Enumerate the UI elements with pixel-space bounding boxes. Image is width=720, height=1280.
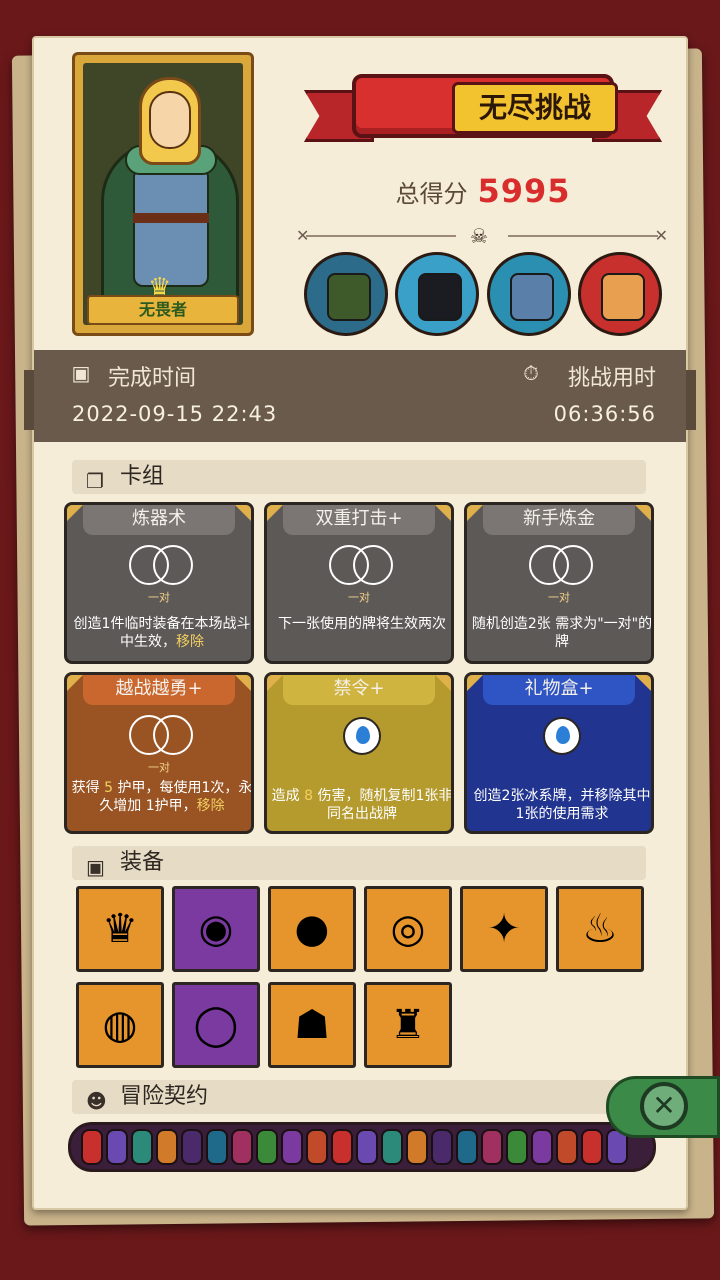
hero-belt [133, 213, 209, 223]
hero-armor [133, 167, 209, 287]
title-ribbon: 无尽挑战 [304, 60, 662, 160]
hero-face [149, 91, 191, 149]
card-refine[interactable]: 炼器术 一对 创造1件临时装备在本场战斗中生效，移除 [64, 502, 254, 664]
contract-icon [481, 1129, 503, 1165]
card-ban[interactable]: 禁令+ 造成 8 伤害，随机复制1张非同名出战牌 [264, 672, 454, 834]
sword-icon: ✕ [654, 226, 668, 245]
card-desc: 获得 5 护甲，每使用1次，永久增加 1护甲，移除 [71, 780, 253, 814]
card-title: 双重打击+ [283, 505, 435, 535]
contract-icon [281, 1129, 303, 1165]
person-icon: ☻ [86, 1089, 107, 1113]
score-label: 总得分 [395, 180, 468, 208]
boss-blue-knight[interactable] [486, 252, 571, 336]
deck-header: ❐ 卡组 [72, 460, 646, 494]
crown-icon[interactable]: ♛ [76, 886, 164, 972]
contract-icon [506, 1129, 528, 1165]
card-desc: 随机创造2张 需求为"一对"的牌 [471, 616, 653, 650]
contract-icon [231, 1129, 253, 1165]
contract-strip[interactable] [68, 1122, 656, 1172]
complete-time-label: 完成时间 [108, 366, 197, 391]
divider-line [508, 235, 658, 237]
card-desc: 创造1件临时装备在本场战斗中生效，移除 [73, 616, 251, 650]
duration-value: 06:36:56 [553, 402, 656, 426]
pair-icon [329, 545, 395, 585]
complete-time-value: 2022-09-15 22:43 [72, 402, 278, 426]
card-desc: 创造2张冰系牌，并移除其中1张的使用需求 [473, 788, 651, 822]
pair-label: 一对 [148, 591, 170, 604]
box-icon: ▣ [86, 855, 105, 879]
red-pan-icon[interactable]: ◍ [76, 982, 164, 1068]
score-value: 5995 [477, 172, 571, 210]
boss-divider: ✕ ☠ ✕ [296, 224, 668, 248]
meat-leg-icon[interactable]: ♨ [556, 886, 644, 972]
contract-header-label: 冒险契约 [120, 1084, 209, 1109]
contract-icon [181, 1129, 203, 1165]
card-title: 新手炼金 [483, 505, 635, 535]
coin-bag-icon[interactable]: ♜ [364, 982, 452, 1068]
pair-label: 一对 [548, 591, 570, 604]
contract-icon [256, 1129, 278, 1165]
cards-icon: ❐ [86, 469, 104, 493]
card-title: 炼器术 [83, 505, 235, 535]
eye-orb-icon[interactable]: ◎ [364, 886, 452, 972]
card-desc: 下一张使用的牌将生效两次 [278, 616, 446, 632]
equipment-header-label: 装备 [120, 850, 165, 875]
equipment-header: ▣ 装备 [72, 846, 646, 880]
defeated-bosses [304, 252, 662, 338]
wooden-button-icon[interactable]: ◉ [172, 886, 260, 972]
card-title: 礼物盒+ [483, 675, 635, 705]
hero-portrait[interactable]: ♛ 无畏者 [72, 52, 254, 336]
boss-green-knight[interactable] [304, 252, 388, 336]
skull-icon: ☠ [470, 224, 488, 248]
contract-icon [581, 1129, 603, 1165]
duration-label: 挑战用时 [567, 366, 656, 391]
contract-icon [356, 1129, 378, 1165]
spiked-gauntlet-icon[interactable]: ✦ [460, 886, 548, 972]
divider-line [306, 235, 456, 237]
ribbon-body: 无尽挑战 [352, 74, 618, 138]
tribal-mask-icon[interactable]: ☗ [268, 982, 356, 1068]
card-braver[interactable]: 越战越勇+ 一对 获得 5 护甲，每使用1次，永久增加 1护甲，移除 [64, 672, 254, 834]
contract-icon [431, 1129, 453, 1165]
boss-red-jester[interactable] [577, 252, 662, 336]
score-row: 总得分 5995 [304, 172, 662, 210]
mirror-icon[interactable]: ◯ [172, 982, 260, 1068]
card-gift-box[interactable]: 礼物盒+ 创造2张冰系牌，并移除其中1张的使用需求 [464, 672, 654, 834]
contract-icon [556, 1129, 578, 1165]
film-icon: ▣ [71, 361, 91, 385]
contract-icon [81, 1129, 103, 1165]
deck-header-label: 卡组 [120, 464, 165, 489]
blue-slime-icon[interactable]: ● [268, 886, 356, 972]
pair-icon [129, 545, 195, 585]
pair-icon [129, 715, 195, 755]
stats-bar: ▣ 完成时间 2022-09-15 22:43 ⏱ 挑战用时 06:36:56 [34, 350, 686, 442]
pair-label: 一对 [348, 591, 370, 604]
contract-icon [381, 1129, 403, 1165]
contract-icon [106, 1129, 128, 1165]
contract-icon [306, 1129, 328, 1165]
contract-icon [156, 1129, 178, 1165]
water-drop-icon [543, 717, 581, 755]
card-double-strike[interactable]: 双重打击+ 一对 下一张使用的牌将生效两次 [264, 502, 454, 664]
hero-art: ♛ [83, 63, 243, 325]
pair-icon [529, 545, 595, 585]
contract-icon [531, 1129, 553, 1165]
water-drop-icon [343, 717, 381, 755]
card-title: 越战越勇+ [83, 675, 235, 705]
boss-shadow-beast[interactable] [395, 252, 480, 336]
close-button[interactable]: ✕ [640, 1082, 688, 1130]
stopwatch-icon: ⏱ [523, 361, 539, 385]
contract-icon [331, 1129, 353, 1165]
card-desc: 造成 8 伤害，随机复制1张非同名出战牌 [271, 788, 453, 822]
hero-name: 无畏者 [87, 295, 239, 325]
card-novice-alchemy[interactable]: 新手炼金 一对 随机创造2张 需求为"一对"的牌 [464, 502, 654, 664]
mode-title: 无尽挑战 [452, 82, 618, 134]
pair-label: 一对 [148, 761, 170, 774]
contract-icon [131, 1129, 153, 1165]
contract-header: ☻ 冒险契约 [72, 1080, 646, 1114]
contract-icon [456, 1129, 478, 1165]
card-title: 禁令+ [283, 675, 435, 705]
contract-icon [406, 1129, 428, 1165]
contract-icon [206, 1129, 228, 1165]
